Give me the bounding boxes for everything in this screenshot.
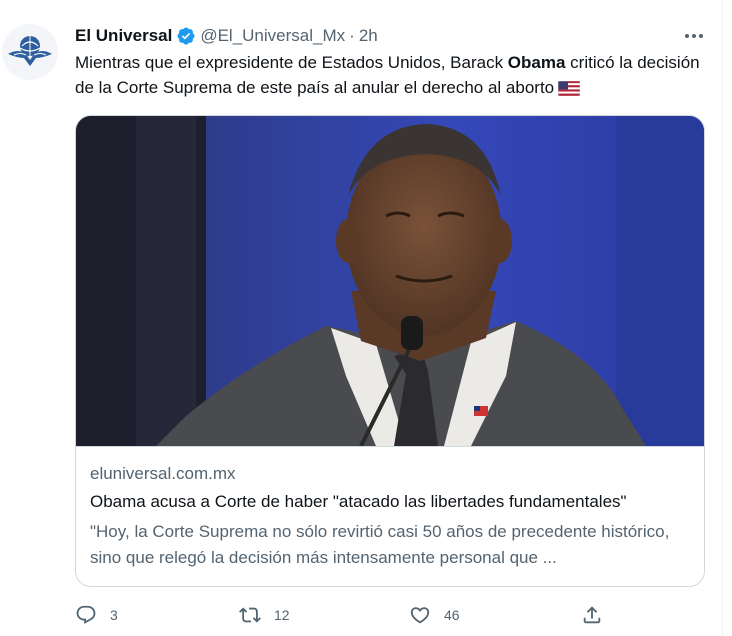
card-divider bbox=[76, 446, 704, 447]
us-flag-icon bbox=[557, 78, 581, 103]
tweet-timestamp[interactable]: 2h bbox=[359, 26, 378, 46]
share-button[interactable] bbox=[581, 600, 603, 630]
heart-icon bbox=[410, 607, 430, 624]
tweet-text-bold: Obama bbox=[507, 53, 566, 72]
card-description: "Hoy, la Corte Suprema no sólo revirtió … bbox=[90, 522, 670, 567]
retweet-icon bbox=[239, 607, 261, 623]
tweet-header: El Universal @El_Universal_Mx · 2h bbox=[75, 25, 378, 47]
card-domain: eluniversal.com.mx bbox=[90, 464, 236, 483]
reply-count: 3 bbox=[110, 607, 118, 623]
link-card[interactable]: eluniversal.com.mx Obama acusa a Corte d… bbox=[75, 115, 705, 587]
like-button[interactable]: 46 bbox=[409, 600, 460, 630]
card-title: Obama acusa a Corte de haber "atacado la… bbox=[90, 492, 627, 511]
card-image bbox=[76, 116, 704, 446]
author-handle[interactable]: @El_Universal_Mx bbox=[200, 26, 345, 46]
timeline-border bbox=[722, 0, 723, 636]
retweet-button[interactable]: 12 bbox=[239, 600, 290, 630]
el-universal-logo-icon bbox=[2, 24, 58, 80]
header-separator: · bbox=[349, 26, 355, 45]
tweet-actions: 3 12 46 bbox=[75, 600, 705, 630]
reply-icon bbox=[76, 605, 96, 624]
avatar[interactable] bbox=[2, 24, 58, 80]
more-options-icon[interactable] bbox=[682, 26, 706, 46]
share-icon bbox=[583, 606, 601, 624]
card-body: eluniversal.com.mx Obama acusa a Corte d… bbox=[90, 462, 694, 571]
retweet-count: 12 bbox=[274, 607, 290, 623]
like-count: 46 bbox=[444, 607, 460, 623]
author-name[interactable]: El Universal bbox=[75, 26, 172, 46]
tweet-text-part: Mientras que el expresidente de Estados … bbox=[75, 53, 508, 72]
reply-button[interactable]: 3 bbox=[75, 600, 118, 630]
tweet-text: Mientras que el expresidente de Estados … bbox=[75, 50, 707, 103]
verified-badge-icon bbox=[176, 26, 196, 46]
